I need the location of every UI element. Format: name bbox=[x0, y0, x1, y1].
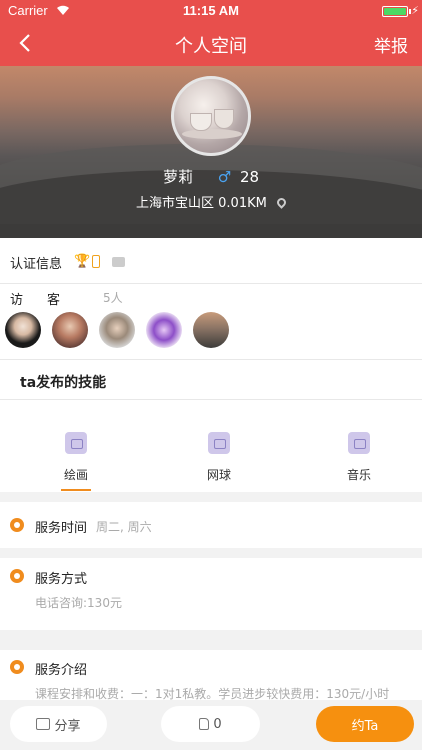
skill-item[interactable]: 音乐 bbox=[319, 432, 399, 483]
visitor-avatar[interactable] bbox=[99, 312, 135, 348]
share-icon bbox=[36, 718, 51, 730]
service-time-row: 服务时间 周二, 周六 bbox=[0, 502, 422, 548]
service-intro-label: 服务介绍 bbox=[35, 663, 88, 678]
share-button[interactable]: 分享 bbox=[10, 706, 107, 742]
visitor-avatar[interactable] bbox=[146, 312, 182, 348]
visitors-count: 5人 bbox=[103, 291, 123, 305]
bottom-action-bar: 分享 0 约Ta bbox=[0, 700, 422, 750]
name-row: 萝莉 ♂ 28 bbox=[0, 166, 422, 187]
certification-section: 认证信息 🏆 bbox=[0, 238, 422, 284]
like-count: 0 bbox=[213, 716, 222, 732]
skill-item[interactable]: 网球 bbox=[179, 432, 259, 483]
heart-icon bbox=[10, 569, 24, 583]
battery-icon bbox=[382, 6, 408, 17]
skill-icon bbox=[65, 432, 87, 454]
user-age: 28 bbox=[239, 168, 260, 186]
certification-label: 认证信息 bbox=[10, 257, 63, 272]
skill-icon bbox=[348, 432, 370, 454]
charging-icon: ⚡ bbox=[411, 4, 419, 17]
skills-title: ta发布的技能 bbox=[20, 375, 107, 391]
navigation-bar: 个人空间 举报 bbox=[0, 22, 422, 66]
clock: 11:15 AM bbox=[183, 3, 239, 18]
user-name: 萝莉 bbox=[162, 168, 193, 186]
location-row: 上海市宝山区 0.01KM bbox=[0, 192, 422, 211]
user-location: 上海市宝山区 0.01KM bbox=[136, 196, 267, 211]
active-skill-indicator bbox=[61, 489, 91, 491]
status-bar: Carrier 11:15 AM ⚡ bbox=[0, 0, 422, 22]
skills-list: 绘画 网球 音乐 bbox=[0, 400, 422, 492]
service-method-label: 服务方式 bbox=[35, 572, 88, 587]
skill-icon bbox=[208, 432, 230, 454]
page-title: 个人空间 bbox=[175, 36, 247, 57]
share-label: 分享 bbox=[54, 718, 81, 734]
info-icon bbox=[10, 660, 24, 674]
phone-icon bbox=[92, 255, 100, 268]
contact-button[interactable]: 约Ta bbox=[316, 706, 414, 742]
service-time-value: 周二, 周六 bbox=[96, 520, 152, 534]
visitors-section: 访客 5人 bbox=[0, 284, 422, 360]
service-time-label: 服务时间 bbox=[35, 521, 88, 536]
visitor-avatar[interactable] bbox=[5, 312, 41, 348]
profile-header: 萝莉 ♂ 28 上海市宝山区 0.01KM bbox=[0, 66, 422, 238]
skill-name: 音乐 bbox=[346, 468, 371, 482]
service-method-value: 电话咨询:130元 bbox=[35, 596, 122, 610]
top-bar: Carrier 11:15 AM ⚡ 个人空间 举报 bbox=[0, 0, 422, 66]
visitor-avatar[interactable] bbox=[52, 312, 88, 348]
trophy-icon: 🏆 bbox=[74, 254, 91, 269]
avatar[interactable] bbox=[171, 76, 251, 156]
id-card-icon bbox=[112, 257, 125, 267]
thumbs-up-icon bbox=[199, 718, 210, 730]
skill-item[interactable]: 绘画 bbox=[36, 432, 116, 491]
service-method-row: 服务方式 电话咨询:130元 bbox=[0, 558, 422, 630]
skill-name: 绘画 bbox=[63, 468, 88, 482]
skill-name: 网球 bbox=[206, 468, 231, 482]
skills-header: ta发布的技能 bbox=[0, 360, 422, 400]
contact-label: 约Ta bbox=[351, 718, 379, 734]
visitors-label: 访客 bbox=[10, 293, 85, 308]
report-button[interactable]: 举报 bbox=[374, 32, 408, 57]
like-button[interactable]: 0 bbox=[161, 706, 260, 742]
clock-icon bbox=[10, 518, 24, 532]
visitor-avatar[interactable] bbox=[193, 312, 229, 348]
male-icon: ♂ bbox=[217, 168, 232, 186]
location-pin-icon bbox=[275, 196, 288, 209]
